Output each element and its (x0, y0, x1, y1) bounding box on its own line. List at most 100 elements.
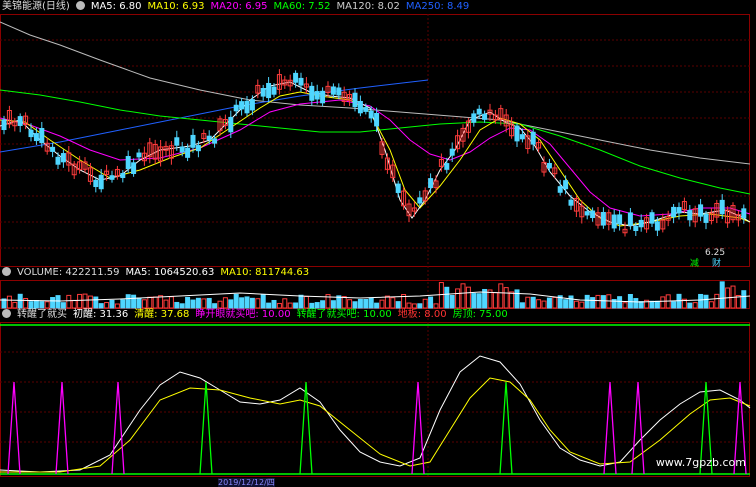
candle-body[interactable] (546, 162, 552, 169)
volume-bar[interactable] (546, 297, 552, 309)
candle-body[interactable] (687, 210, 693, 221)
volume-bar[interactable] (595, 294, 601, 309)
candle-body[interactable] (611, 214, 617, 229)
volume-bar[interactable] (206, 297, 212, 309)
volume-bar[interactable] (244, 296, 250, 309)
volume-bar[interactable] (228, 299, 234, 309)
candle-body[interactable] (298, 77, 304, 86)
volume-bar[interactable] (622, 302, 628, 309)
volume-bar[interactable] (449, 294, 455, 309)
candle-body[interactable] (244, 100, 250, 114)
candle-body[interactable] (271, 86, 277, 95)
candle-body[interactable] (293, 72, 299, 83)
volume-bar[interactable] (260, 294, 266, 309)
candle-body[interactable] (374, 112, 380, 127)
candle-body[interactable] (330, 86, 336, 95)
volume-bar[interactable] (363, 298, 369, 309)
volume-bar[interactable] (649, 300, 655, 309)
volume-bar[interactable] (217, 300, 223, 309)
candle-body[interactable] (1, 119, 7, 131)
volume-bar[interactable] (638, 301, 644, 309)
volume-bar[interactable] (584, 294, 590, 309)
volume-bar[interactable] (93, 296, 99, 309)
volume-bar[interactable] (87, 295, 93, 309)
candle-body[interactable] (320, 90, 326, 104)
candle-body[interactable] (131, 162, 137, 174)
volume-bar[interactable] (147, 296, 153, 309)
candle-body[interactable] (698, 204, 704, 217)
candle-body[interactable] (530, 131, 536, 145)
volume-bar[interactable] (384, 295, 390, 309)
volume-bar[interactable] (347, 299, 353, 309)
candle-body[interactable] (676, 207, 682, 214)
volume-bar[interactable] (33, 299, 39, 309)
candle-body[interactable] (363, 107, 369, 112)
candle-body[interactable] (519, 134, 525, 140)
candle-body[interactable] (136, 152, 142, 158)
volume-bar[interactable] (77, 293, 83, 309)
volume-bar[interactable] (428, 296, 434, 309)
volume-bar[interactable] (330, 300, 336, 309)
candle-body[interactable] (563, 180, 569, 190)
volume-bar[interactable] (633, 298, 639, 309)
candle-body[interactable] (671, 206, 677, 218)
volume-bar[interactable] (422, 298, 428, 309)
volume-bar[interactable] (671, 301, 677, 309)
candle-body[interactable] (125, 156, 131, 170)
candle-body[interactable] (649, 212, 655, 224)
volume-bar[interactable] (503, 287, 509, 309)
volume-bar[interactable] (249, 297, 255, 309)
candle-body[interactable] (50, 146, 56, 152)
volume-bar[interactable] (563, 299, 569, 309)
candle-body[interactable] (600, 211, 606, 226)
volume-bar[interactable] (158, 295, 164, 309)
volume-bar[interactable] (590, 297, 596, 309)
candle-body[interactable] (514, 125, 520, 142)
candle-body[interactable] (233, 104, 239, 112)
candle-body[interactable] (617, 214, 623, 225)
candle-body[interactable] (368, 110, 374, 119)
volume-bar[interactable] (185, 296, 191, 309)
candle-body[interactable] (206, 135, 212, 141)
volume-bar[interactable] (222, 297, 228, 309)
candle-body[interactable] (627, 212, 633, 226)
candle-body[interactable] (357, 100, 363, 114)
candle-body[interactable] (266, 82, 272, 99)
volume-bar[interactable] (357, 298, 363, 309)
volume-bar[interactable] (514, 289, 520, 309)
candle-body[interactable] (703, 213, 709, 223)
volume-bar[interactable] (579, 301, 585, 309)
volume-bar[interactable] (698, 293, 704, 309)
candle-body[interactable] (55, 156, 61, 165)
volume-bar[interactable] (298, 294, 304, 309)
candle-body[interactable] (471, 113, 477, 123)
volume-bar[interactable] (465, 286, 471, 309)
candle-body[interactable] (249, 99, 255, 111)
volume-bar[interactable] (168, 296, 174, 309)
volume-bar[interactable] (379, 299, 385, 309)
volume-bar[interactable] (55, 295, 61, 309)
volume-bar[interactable] (568, 295, 574, 309)
candle-body[interactable] (417, 197, 423, 204)
volume-bar[interactable] (438, 282, 444, 309)
volume-bar[interactable] (71, 299, 77, 309)
volume-bar[interactable] (703, 294, 709, 309)
candle-body[interactable] (93, 179, 99, 188)
candle-body[interactable] (449, 148, 455, 156)
volume-bar[interactable] (163, 299, 169, 309)
candle-body[interactable] (309, 85, 315, 101)
volume-bar[interactable] (6, 295, 12, 309)
volume-bar[interactable] (190, 299, 196, 309)
volume-bar[interactable] (498, 283, 504, 309)
candle-body[interactable] (557, 186, 563, 193)
candle-body[interactable] (314, 91, 320, 100)
volume-bar[interactable] (152, 296, 158, 309)
volume-bar[interactable] (109, 299, 115, 309)
volume-bar[interactable] (131, 294, 137, 309)
volume-bar[interactable] (66, 294, 72, 309)
candle-body[interactable] (60, 153, 66, 163)
volume-settings-icon[interactable] (2, 267, 11, 276)
volume-bar[interactable] (368, 298, 374, 309)
volume-bar[interactable] (530, 296, 536, 309)
candle-body[interactable] (428, 178, 434, 189)
